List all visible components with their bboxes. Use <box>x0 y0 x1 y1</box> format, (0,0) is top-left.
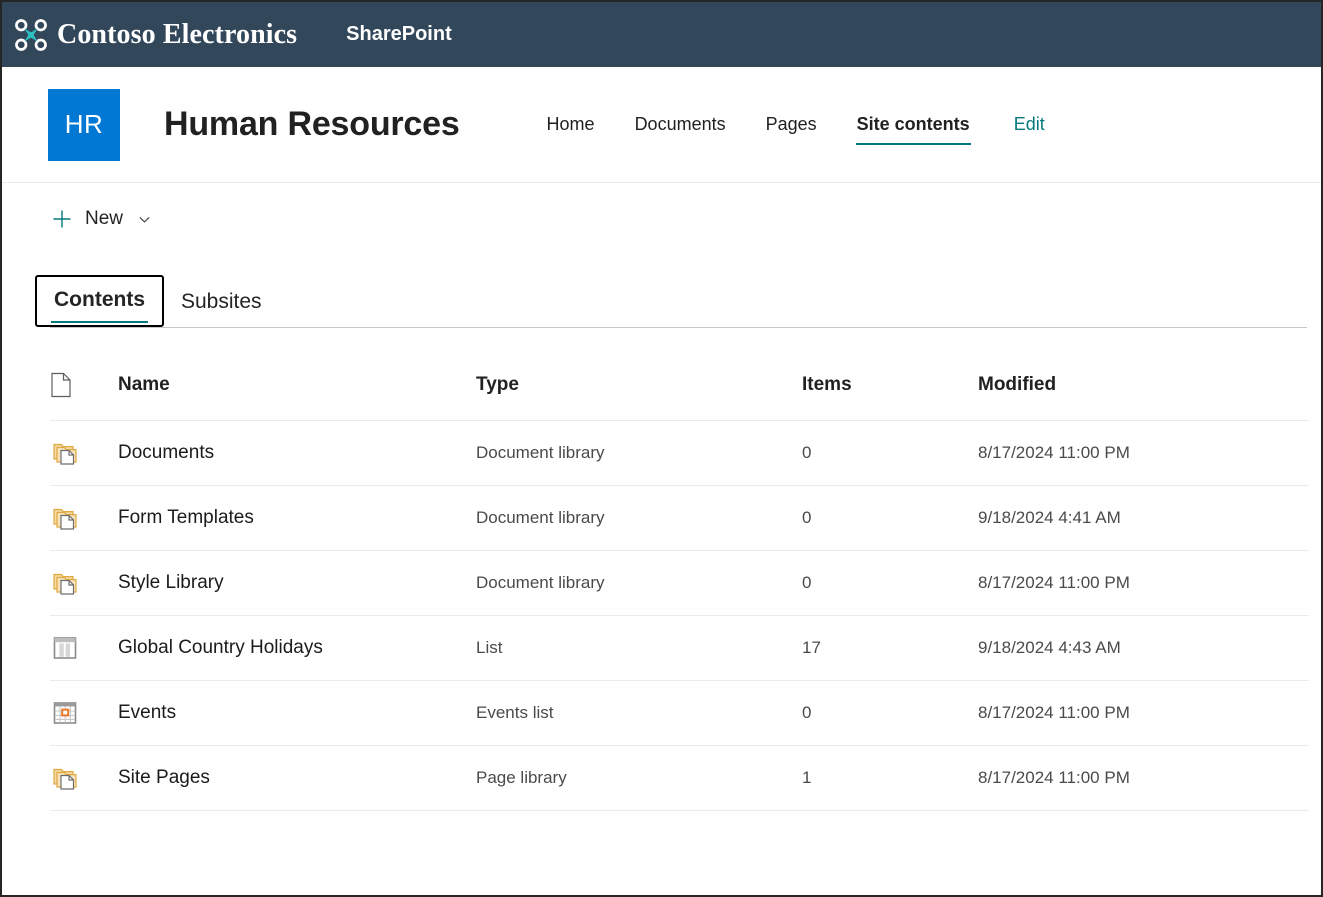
page-title[interactable]: Human Resources <box>164 105 460 144</box>
row-modified: 8/17/2024 11:00 PM <box>978 681 1309 746</box>
table-row[interactable]: DocumentsDocument library08/17/2024 11:0… <box>50 421 1309 486</box>
nav-link-pages[interactable]: Pages <box>746 99 837 151</box>
chevron-down-icon[interactable] <box>138 213 151 226</box>
row-icon-cell <box>50 681 118 746</box>
suite-bar: Contoso Electronics SharePoint <box>2 2 1321 67</box>
sharepoint-site-contents-page: Contoso Electronics SharePoint HR Human … <box>0 0 1323 897</box>
row-name[interactable]: Events <box>118 681 476 746</box>
row-modified: 9/18/2024 4:43 AM <box>978 616 1309 681</box>
row-name[interactable]: Global Country Holidays <box>118 616 476 681</box>
table-header: Name Type Items Modified <box>50 372 1309 421</box>
document-library-icon <box>52 505 78 531</box>
contents-list: Name Type Items Modified DocumentsDocume… <box>2 372 1321 811</box>
list-icon <box>52 635 78 661</box>
pivot-divider <box>50 327 1307 328</box>
row-type: Page library <box>476 746 802 811</box>
nav-link-site-contents[interactable]: Site contents <box>837 99 990 151</box>
site-header: HR Human Resources Home Documents Pages … <box>2 67 1321 183</box>
suite-app-name[interactable]: SharePoint <box>346 23 452 46</box>
new-button[interactable]: New <box>42 200 161 238</box>
row-modified: 9/18/2024 4:41 AM <box>978 486 1309 551</box>
brand-link[interactable]: Contoso Electronics <box>14 18 297 52</box>
site-logo[interactable]: HR <box>48 89 120 161</box>
nav-link-documents[interactable]: Documents <box>615 99 746 151</box>
column-header-items[interactable]: Items <box>802 372 978 421</box>
site-navigation: Home Documents Pages Site contents Edit <box>527 89 1065 161</box>
brand-name: Contoso Electronics <box>57 19 297 51</box>
row-name[interactable]: Documents <box>118 421 476 486</box>
row-items: 0 <box>802 486 978 551</box>
column-header-type[interactable]: Type <box>476 372 802 421</box>
row-modified: 8/17/2024 11:00 PM <box>978 551 1309 616</box>
row-items: 0 <box>802 681 978 746</box>
row-name[interactable]: Form Templates <box>118 486 476 551</box>
tab-contents[interactable]: Contents <box>35 275 164 327</box>
row-icon-cell <box>50 746 118 811</box>
drone-logo-icon <box>14 18 48 52</box>
pivot-tabs: Contents Subsites <box>2 255 1321 327</box>
row-type: Events list <box>476 681 802 746</box>
row-name[interactable]: Site Pages <box>118 746 476 811</box>
document-library-icon <box>52 570 78 596</box>
row-icon-cell <box>50 551 118 616</box>
row-type: Document library <box>476 551 802 616</box>
column-header-icon[interactable] <box>50 372 118 421</box>
document-library-icon <box>52 440 78 466</box>
contents-table: Name Type Items Modified DocumentsDocume… <box>50 372 1309 811</box>
tab-subsites[interactable]: Subsites <box>164 279 279 327</box>
row-items: 17 <box>802 616 978 681</box>
row-items: 0 <box>802 551 978 616</box>
new-button-label: New <box>85 208 123 230</box>
document-library-icon <box>52 765 78 791</box>
column-header-name[interactable]: Name <box>118 372 476 421</box>
row-modified: 8/17/2024 11:00 PM <box>978 421 1309 486</box>
row-icon-cell <box>50 486 118 551</box>
plus-icon <box>52 209 72 229</box>
table-row[interactable]: EventsEvents list08/17/2024 11:00 PM <box>50 681 1309 746</box>
row-modified: 8/17/2024 11:00 PM <box>978 746 1309 811</box>
column-header-modified[interactable]: Modified <box>978 372 1309 421</box>
table-body: DocumentsDocument library08/17/2024 11:0… <box>50 421 1309 811</box>
table-header-row: Name Type Items Modified <box>50 372 1309 421</box>
table-row[interactable]: Site PagesPage library18/17/2024 11:00 P… <box>50 746 1309 811</box>
row-type: List <box>476 616 802 681</box>
row-icon-cell <box>50 616 118 681</box>
row-items: 1 <box>802 746 978 811</box>
nav-link-edit[interactable]: Edit <box>990 99 1065 151</box>
row-icon-cell <box>50 421 118 486</box>
row-items: 0 <box>802 421 978 486</box>
row-type: Document library <box>476 421 802 486</box>
row-type: Document library <box>476 486 802 551</box>
row-name[interactable]: Style Library <box>118 551 476 616</box>
command-bar: New <box>2 183 1321 255</box>
nav-link-home[interactable]: Home <box>527 99 615 151</box>
calendar-icon <box>52 700 78 726</box>
table-row[interactable]: Style LibraryDocument library08/17/2024 … <box>50 551 1309 616</box>
table-row[interactable]: Global Country HolidaysList179/18/2024 4… <box>50 616 1309 681</box>
table-row[interactable]: Form TemplatesDocument library09/18/2024… <box>50 486 1309 551</box>
document-icon <box>50 372 72 398</box>
